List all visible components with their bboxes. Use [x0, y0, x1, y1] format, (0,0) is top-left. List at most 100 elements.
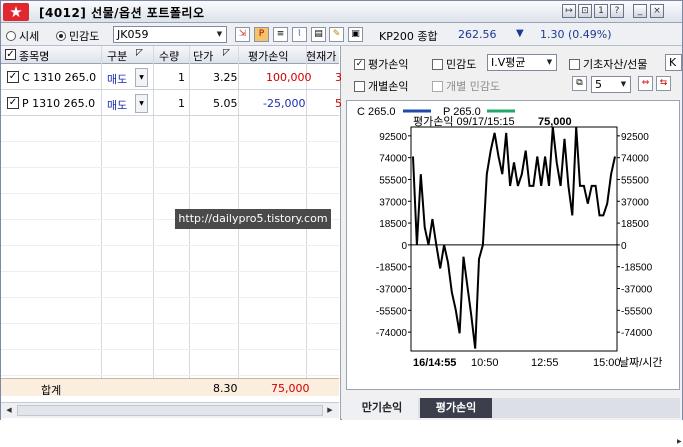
chevron-down-icon[interactable]: ▼ — [543, 55, 556, 70]
x-tick-label: 12:55 — [531, 357, 559, 369]
select-all-checkbox[interactable]: ✓ — [5, 49, 16, 60]
col-pnl: 평가손익 — [248, 50, 289, 63]
row-checkbox[interactable]: ✓ — [7, 97, 19, 109]
y-tick-label: -74000 — [376, 328, 408, 339]
help-button[interactable]: ? — [610, 4, 624, 18]
radio-sensitivity-dot[interactable] — [56, 31, 66, 41]
radio-price[interactable]: 시세 — [6, 28, 39, 44]
checkbox[interactable] — [354, 80, 365, 92]
row-qty: 1 — [178, 71, 185, 84]
base-asset-field[interactable]: K — [665, 54, 682, 71]
copy-icon[interactable]: ⧉ — [572, 76, 587, 91]
x-tick-label: 10:50 — [471, 357, 499, 369]
import-icon[interactable]: ⇲ — [235, 27, 250, 42]
table-row[interactable]: ✓ C 1310 265.0 매도 ▼ 1 3.25 100,000 3 — [1, 65, 342, 90]
option-sensitivity[interactable]: 민감도 — [432, 56, 476, 72]
table-row — [1, 247, 339, 272]
close-button[interactable]: × — [650, 4, 664, 18]
minimize-button[interactable]: _ — [633, 4, 647, 18]
window-list-icon[interactable]: ⊡ — [578, 4, 592, 18]
col-current: 현재가 — [306, 50, 337, 63]
radio-price-label: 시세 — [19, 30, 40, 43]
edit-icon[interactable]: ✎ — [329, 27, 344, 42]
screen-code: [4012] — [39, 6, 87, 20]
chevron-down-icon[interactable]: ▼ — [213, 27, 226, 42]
filter-icon[interactable]: ◸ — [223, 48, 230, 58]
chevron-down-icon[interactable]: ▼ — [135, 94, 148, 113]
legend-label: C 265.0 — [357, 106, 396, 118]
screen-title: 선물/옵션 포트폴리오 — [91, 6, 205, 20]
pnl-chart[interactable]: C 265.0 P 265.0 평가손익 09/17/15:15 75,000 9250… — [346, 100, 682, 445]
y-tick-label: 55500 — [621, 175, 649, 186]
row-current: 5 — [335, 97, 342, 110]
option-individual-sensitivity: 개별 민감도 — [432, 78, 500, 94]
row-side: 매도 — [107, 73, 128, 86]
option-eval-pnl[interactable]: ✓ 평가손익 — [354, 56, 408, 72]
iv-select[interactable]: I.V평균 ▼ — [487, 54, 557, 71]
row-current: 3 — [335, 71, 342, 84]
y-tick-label: 37000 — [621, 197, 649, 208]
option-base-asset[interactable]: 기초자산/선물 — [569, 56, 647, 72]
col-qty: 수량 — [159, 50, 180, 63]
account-code-select[interactable]: JK059 ▼ — [113, 26, 227, 43]
checkbox — [432, 80, 443, 92]
x-tick-label: 15:00 — [593, 357, 621, 369]
y-tick-label: 37000 — [379, 197, 407, 208]
radio-sensitivity[interactable]: 민감도 — [56, 28, 99, 44]
sum-label: 합계 — [41, 384, 62, 397]
tab-eval-pnl[interactable]: 평가손익 — [420, 398, 492, 418]
watermark-url: http://dailypro5.tistory.com — [175, 209, 331, 229]
zoom-in-icon[interactable]: ⇔ — [638, 76, 653, 91]
document-icon[interactable]: ▤ — [311, 27, 326, 42]
list-icon[interactable]: ≡ — [273, 27, 288, 42]
row-side: 매도 — [107, 99, 128, 112]
tab-expiry-pnl[interactable]: 만기손익 — [346, 398, 418, 418]
chevron-down-icon[interactable]: ▼ — [135, 68, 148, 87]
p-icon[interactable]: P — [254, 27, 269, 42]
scroll-right-icon[interactable]: ▶ — [323, 404, 337, 417]
y-tick-label: 18500 — [379, 219, 407, 230]
sum-pnl: 75,000 — [271, 382, 310, 395]
chevron-down-icon[interactable]: ▼ — [617, 77, 630, 92]
option-label: 평가손익 — [368, 58, 409, 71]
row-checkbox[interactable]: ✓ — [7, 71, 19, 83]
account-code-value: JK059 — [117, 28, 149, 41]
table-row — [1, 351, 339, 376]
screen-number-button[interactable]: 1 — [594, 4, 608, 18]
index-value: 262.56 — [458, 28, 497, 41]
count-select[interactable]: 5 ▼ — [591, 76, 631, 93]
y-tick-label: -18500 — [376, 263, 408, 274]
zoom-out-icon[interactable]: ⇆ — [656, 76, 671, 91]
scroll-right-icon[interactable]: ▶ — [677, 438, 683, 447]
filter-icon[interactable]: ◸ — [136, 48, 143, 58]
col-side: 구분 — [107, 50, 128, 63]
scroll-left-icon[interactable]: ◀ — [2, 404, 16, 417]
table-row — [1, 169, 339, 194]
index-label: KP200 종합 — [379, 30, 438, 43]
y-tick-label: 18500 — [621, 219, 649, 230]
horizontal-scrollbar[interactable]: ◀ ▶ — [1, 402, 339, 418]
table-row — [1, 273, 339, 298]
checkbox[interactable]: ✓ — [354, 58, 365, 70]
table-header: ✓ 종목명 구분 ◸ 수량 단가 ◸ 평가손익 현재가 — [1, 46, 339, 64]
y-tick-label: -37000 — [376, 285, 408, 296]
chart-panel: ✓ 평가손익 민감도 I.V평균 ▼ 기초자산/선물 K 개별손익 개별 민감도… — [342, 46, 682, 445]
scroll-thumb[interactable] — [17, 405, 323, 416]
window-icon[interactable]: ▣ — [348, 27, 363, 42]
row-price: 3.25 — [213, 71, 238, 84]
y-tick-label: 74000 — [379, 154, 407, 165]
radio-price-dot[interactable] — [6, 31, 16, 41]
row-pnl: -25,000 — [263, 97, 306, 110]
checkbox[interactable] — [569, 58, 580, 70]
chart-header-label: 평가손익 09/17/15:15 — [413, 115, 515, 128]
iv-select-value: I.V평균 — [491, 56, 526, 69]
row-qty: 1 — [178, 97, 185, 110]
window-title: [4012] 선물/옵션 포트폴리오 — [39, 4, 204, 21]
count-value: 5 — [595, 78, 602, 91]
option-individual-pnl[interactable]: 개별손익 — [354, 78, 408, 94]
link-icon[interactable]: ↦ — [562, 4, 576, 18]
chart-icon[interactable]: ⌇ — [292, 27, 307, 42]
checkbox[interactable] — [432, 58, 443, 70]
chart-svg: C 265.0 P 265.0평가손익 09/17/15:15 75,0009250… — [357, 106, 663, 369]
table-row[interactable]: ✓ P 1310 265.0 매도 ▼ 1 5.05 -25,000 5 — [1, 91, 342, 116]
